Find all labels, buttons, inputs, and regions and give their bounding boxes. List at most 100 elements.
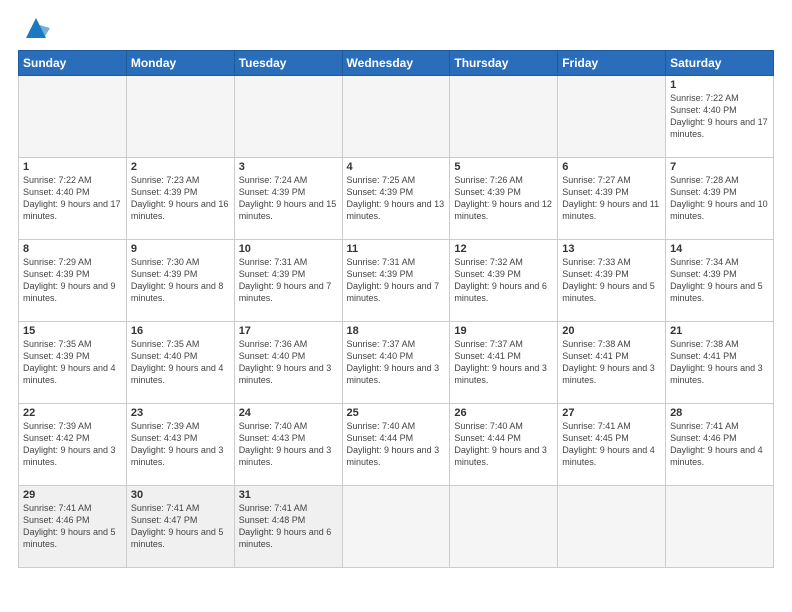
day-content: Sunrise: 7:32 AM Sunset: 4:39 PM Dayligh… [454,256,553,305]
day-number: 1 [670,79,769,91]
day-content: Sunrise: 7:38 AM Sunset: 4:41 PM Dayligh… [562,338,661,387]
calendar-week-row: 1Sunrise: 7:22 AM Sunset: 4:40 PM Daylig… [19,158,774,240]
calendar-week-row: 22Sunrise: 7:39 AM Sunset: 4:42 PM Dayli… [19,404,774,486]
calendar-header-row: SundayMondayTuesdayWednesdayThursdayFrid… [19,51,774,76]
calendar-day-cell: 22Sunrise: 7:39 AM Sunset: 4:42 PM Dayli… [19,404,127,486]
day-number: 29 [23,489,122,501]
day-content: Sunrise: 7:22 AM Sunset: 4:40 PM Dayligh… [670,92,769,141]
calendar-day-cell [19,76,127,158]
calendar-day-cell: 8Sunrise: 7:29 AM Sunset: 4:39 PM Daylig… [19,240,127,322]
day-number: 16 [131,325,230,337]
calendar-day-cell: 28Sunrise: 7:41 AM Sunset: 4:46 PM Dayli… [666,404,774,486]
day-content: Sunrise: 7:30 AM Sunset: 4:39 PM Dayligh… [131,256,230,305]
day-header: Friday [558,51,666,76]
calendar-day-cell: 30Sunrise: 7:41 AM Sunset: 4:47 PM Dayli… [126,486,234,568]
day-content: Sunrise: 7:39 AM Sunset: 4:42 PM Dayligh… [23,420,122,469]
day-number: 28 [670,407,769,419]
day-header: Thursday [450,51,558,76]
day-content: Sunrise: 7:41 AM Sunset: 4:46 PM Dayligh… [23,502,122,551]
day-content: Sunrise: 7:38 AM Sunset: 4:41 PM Dayligh… [670,338,769,387]
calendar-day-cell: 5Sunrise: 7:26 AM Sunset: 4:39 PM Daylig… [450,158,558,240]
calendar-day-cell: 10Sunrise: 7:31 AM Sunset: 4:39 PM Dayli… [234,240,342,322]
day-number: 18 [347,325,446,337]
calendar-day-cell: 27Sunrise: 7:41 AM Sunset: 4:45 PM Dayli… [558,404,666,486]
calendar-day-cell: 19Sunrise: 7:37 AM Sunset: 4:41 PM Dayli… [450,322,558,404]
calendar-day-cell [558,486,666,568]
calendar-day-cell [558,76,666,158]
calendar-day-cell: 24Sunrise: 7:40 AM Sunset: 4:43 PM Dayli… [234,404,342,486]
calendar-day-cell: 6Sunrise: 7:27 AM Sunset: 4:39 PM Daylig… [558,158,666,240]
calendar-week-row: 29Sunrise: 7:41 AM Sunset: 4:46 PM Dayli… [19,486,774,568]
calendar-day-cell: 7Sunrise: 7:28 AM Sunset: 4:39 PM Daylig… [666,158,774,240]
day-number: 9 [131,243,230,255]
day-number: 11 [347,243,446,255]
day-number: 23 [131,407,230,419]
day-content: Sunrise: 7:40 AM Sunset: 4:43 PM Dayligh… [239,420,338,469]
day-number: 26 [454,407,553,419]
calendar-day-cell: 18Sunrise: 7:37 AM Sunset: 4:40 PM Dayli… [342,322,450,404]
day-number: 19 [454,325,553,337]
day-content: Sunrise: 7:27 AM Sunset: 4:39 PM Dayligh… [562,174,661,223]
calendar-day-cell: 12Sunrise: 7:32 AM Sunset: 4:39 PM Dayli… [450,240,558,322]
day-content: Sunrise: 7:41 AM Sunset: 4:48 PM Dayligh… [239,502,338,551]
day-content: Sunrise: 7:29 AM Sunset: 4:39 PM Dayligh… [23,256,122,305]
calendar-week-row: 8Sunrise: 7:29 AM Sunset: 4:39 PM Daylig… [19,240,774,322]
day-number: 6 [562,161,661,173]
day-content: Sunrise: 7:24 AM Sunset: 4:39 PM Dayligh… [239,174,338,223]
calendar-day-cell: 16Sunrise: 7:35 AM Sunset: 4:40 PM Dayli… [126,322,234,404]
day-header: Tuesday [234,51,342,76]
day-number: 2 [131,161,230,173]
calendar: SundayMondayTuesdayWednesdayThursdayFrid… [18,50,774,568]
day-content: Sunrise: 7:35 AM Sunset: 4:40 PM Dayligh… [131,338,230,387]
day-number: 10 [239,243,338,255]
day-number: 24 [239,407,338,419]
calendar-day-cell [450,76,558,158]
day-number: 15 [23,325,122,337]
day-content: Sunrise: 7:25 AM Sunset: 4:39 PM Dayligh… [347,174,446,223]
day-content: Sunrise: 7:22 AM Sunset: 4:40 PM Dayligh… [23,174,122,223]
calendar-week-row: 1Sunrise: 7:22 AM Sunset: 4:40 PM Daylig… [19,76,774,158]
calendar-day-cell: 9Sunrise: 7:30 AM Sunset: 4:39 PM Daylig… [126,240,234,322]
day-content: Sunrise: 7:35 AM Sunset: 4:39 PM Dayligh… [23,338,122,387]
day-content: Sunrise: 7:28 AM Sunset: 4:39 PM Dayligh… [670,174,769,223]
day-content: Sunrise: 7:41 AM Sunset: 4:47 PM Dayligh… [131,502,230,551]
calendar-day-cell [126,76,234,158]
calendar-day-cell: 31Sunrise: 7:41 AM Sunset: 4:48 PM Dayli… [234,486,342,568]
day-content: Sunrise: 7:37 AM Sunset: 4:41 PM Dayligh… [454,338,553,387]
calendar-day-cell: 26Sunrise: 7:40 AM Sunset: 4:44 PM Dayli… [450,404,558,486]
day-content: Sunrise: 7:40 AM Sunset: 4:44 PM Dayligh… [347,420,446,469]
calendar-day-cell: 3Sunrise: 7:24 AM Sunset: 4:39 PM Daylig… [234,158,342,240]
page: SundayMondayTuesdayWednesdayThursdayFrid… [0,0,792,612]
day-number: 13 [562,243,661,255]
day-content: Sunrise: 7:36 AM Sunset: 4:40 PM Dayligh… [239,338,338,387]
day-content: Sunrise: 7:31 AM Sunset: 4:39 PM Dayligh… [347,256,446,305]
day-number: 27 [562,407,661,419]
day-content: Sunrise: 7:34 AM Sunset: 4:39 PM Dayligh… [670,256,769,305]
day-content: Sunrise: 7:40 AM Sunset: 4:44 PM Dayligh… [454,420,553,469]
calendar-day-cell: 1Sunrise: 7:22 AM Sunset: 4:40 PM Daylig… [666,76,774,158]
day-number: 31 [239,489,338,501]
calendar-day-cell [234,76,342,158]
day-number: 5 [454,161,553,173]
calendar-day-cell: 21Sunrise: 7:38 AM Sunset: 4:41 PM Dayli… [666,322,774,404]
day-content: Sunrise: 7:26 AM Sunset: 4:39 PM Dayligh… [454,174,553,223]
calendar-day-cell [666,486,774,568]
day-number: 30 [131,489,230,501]
calendar-day-cell: 14Sunrise: 7:34 AM Sunset: 4:39 PM Dayli… [666,240,774,322]
day-number: 4 [347,161,446,173]
calendar-day-cell: 4Sunrise: 7:25 AM Sunset: 4:39 PM Daylig… [342,158,450,240]
day-number: 14 [670,243,769,255]
day-content: Sunrise: 7:31 AM Sunset: 4:39 PM Dayligh… [239,256,338,305]
day-content: Sunrise: 7:37 AM Sunset: 4:40 PM Dayligh… [347,338,446,387]
header [18,18,774,42]
logo-icon [22,14,50,42]
day-number: 22 [23,407,122,419]
calendar-day-cell: 29Sunrise: 7:41 AM Sunset: 4:46 PM Dayli… [19,486,127,568]
logo [18,18,50,42]
calendar-day-cell: 15Sunrise: 7:35 AM Sunset: 4:39 PM Dayli… [19,322,127,404]
day-number: 17 [239,325,338,337]
calendar-day-cell [342,76,450,158]
day-number: 12 [454,243,553,255]
day-number: 1 [23,161,122,173]
day-number: 21 [670,325,769,337]
